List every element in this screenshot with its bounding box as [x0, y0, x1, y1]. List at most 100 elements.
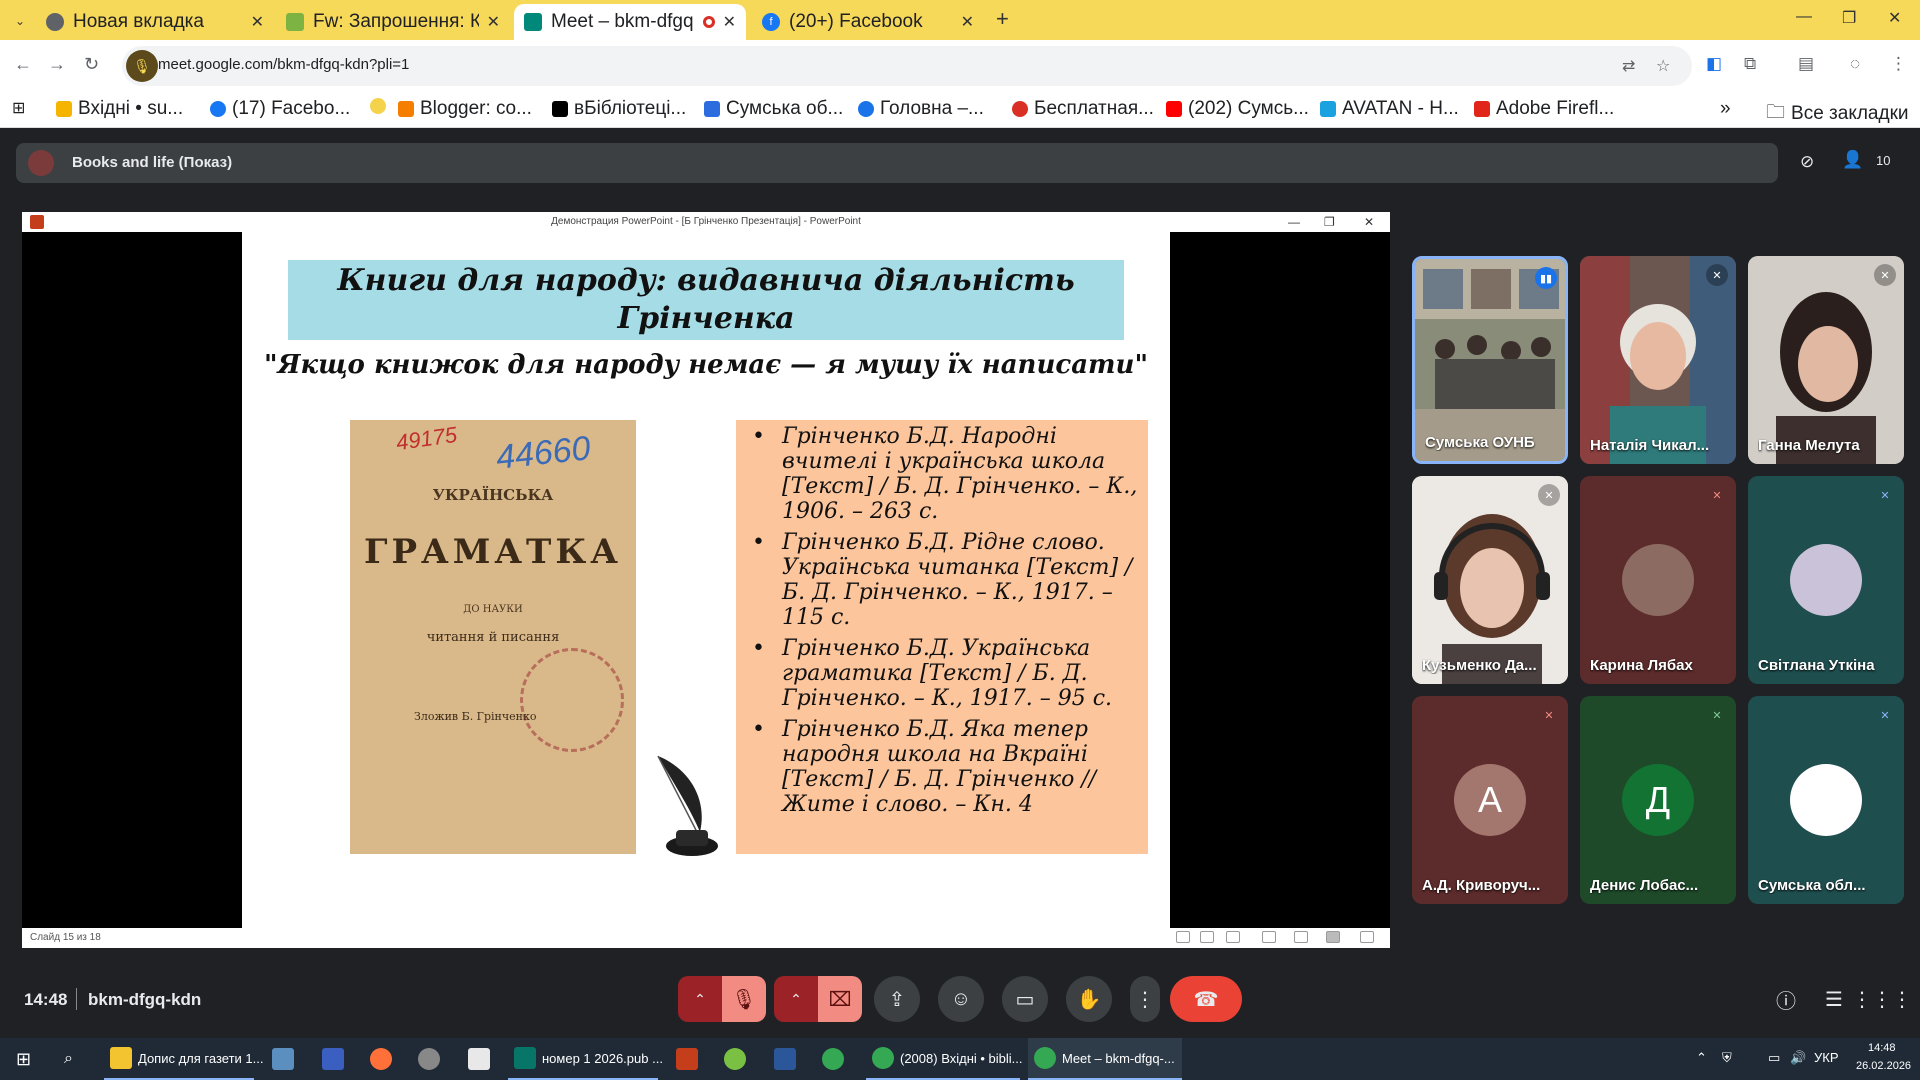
participant-tile[interactable]: ✕ Карина Лябах — [1580, 476, 1736, 684]
tab-search-button[interactable]: ⌄ — [8, 10, 32, 32]
camera-off-button[interactable]: ⌧ — [818, 976, 862, 1022]
all-bookmarks-button[interactable]: 🗀 Все закладки — [1766, 98, 1909, 130]
taskbar-app[interactable] — [670, 1038, 710, 1080]
leave-call-button[interactable]: ☎ — [1170, 976, 1242, 1022]
meet-icon — [524, 13, 542, 31]
chrome-icon — [822, 1048, 844, 1070]
bookmark-item[interactable]: (202) Сумсь... — [1166, 98, 1309, 120]
bookmark-item[interactable]: (17) Facebo... — [210, 98, 350, 120]
close-icon: ✕ — [1364, 215, 1375, 229]
bookmark-favicon — [210, 101, 226, 117]
close-icon[interactable]: ✕ — [723, 12, 736, 32]
reload-icon[interactable]: ↻ — [84, 54, 99, 75]
tab-facebook[interactable]: f (20+) Facebook ✕ — [752, 4, 984, 40]
chat-button[interactable]: ☰ — [1814, 976, 1854, 1022]
participant-name: Кузьменко Да... — [1422, 657, 1537, 674]
tray-overflow-icon[interactable]: ⌃ — [1696, 1050, 1707, 1066]
more-options-button[interactable]: ⋮ — [1130, 976, 1160, 1022]
taskbar-app[interactable] — [412, 1038, 452, 1080]
forward-icon[interactable]: → — [48, 54, 66, 75]
cover-title: ГРАМАТКА — [364, 532, 622, 572]
apps-icon[interactable]: ⊞ — [12, 98, 25, 118]
defender-icon[interactable]: ⛨ — [1722, 1050, 1732, 1066]
participant-name: А.Д. Криворуч... — [1422, 877, 1541, 894]
tab-new[interactable]: Новая вкладка ✕ — [36, 4, 274, 40]
bookmark-item[interactable] — [370, 98, 392, 114]
mic-off-icon: ✕ — [1712, 709, 1722, 722]
participant-tile[interactable]: ✕ Світлана Уткіна — [1748, 476, 1904, 684]
bookmark-item[interactable]: Blogger: co... — [398, 98, 532, 120]
bookmarks-overflow-button[interactable]: » — [1720, 98, 1731, 120]
bookmark-item[interactable]: Бесплатная... — [1012, 98, 1154, 120]
present-button[interactable]: ⇪ — [874, 976, 920, 1022]
translate-icon[interactable]: ⇄ — [1622, 56, 1635, 76]
save-icon — [322, 1048, 344, 1070]
site-info-icon[interactable]: 🎙 — [126, 50, 158, 82]
activities-button[interactable]: ⋮⋮⋮ — [1852, 976, 1912, 1022]
profile-icon[interactable]: ◌ — [1850, 54, 1860, 74]
hide-presentation-icon[interactable]: ⊘ — [1800, 152, 1814, 172]
meet-control-bar: 14:48 bkm-dfgq-kdn ⌃ 🎙 ⌃ ⌧ ⇪ ☺ ▭ ✋ ⋮ ☎ ⓘ… — [0, 968, 1920, 1030]
taskbar-app[interactable] — [266, 1038, 306, 1080]
tab-fw-invite[interactable]: Fw: Запрошення: К ✕ — [276, 4, 510, 40]
emoji-button[interactable]: ☺ — [938, 976, 984, 1022]
close-icon[interactable]: ✕ — [487, 12, 500, 32]
minimize-icon[interactable]: — — [1796, 8, 1812, 26]
audio-options-button[interactable]: ⌃ — [678, 976, 722, 1022]
restore-icon[interactable]: ❐ — [1842, 8, 1856, 28]
people-icon[interactable]: 👤 — [1842, 150, 1863, 170]
bookmark-item[interactable]: Головна –... — [858, 98, 984, 120]
taskbar-app[interactable] — [718, 1038, 758, 1080]
raise-hand-button[interactable]: ✋ — [1066, 976, 1112, 1022]
menu-icon[interactable]: ⋮ — [1890, 54, 1907, 74]
participant-tile[interactable]: ✕ Сумська обл... — [1748, 696, 1904, 904]
bibliography-item: Грінченко Б.Д. Народні вчителі і українс… — [744, 424, 1140, 524]
bookmark-item[interactable]: Вхідні • su... — [56, 98, 183, 120]
participant-tile[interactable]: А ✕ А.Д. Криворуч... — [1412, 696, 1568, 904]
grid-icon: ⋮⋮⋮ — [1852, 988, 1912, 1011]
close-window-icon[interactable]: ✕ — [1888, 8, 1901, 28]
bookmark-item[interactable]: Adobe Firefl... — [1474, 98, 1614, 120]
address-bar[interactable]: 🎙 meet.google.com/bkm-dfgq-kdn?pli=1 ⇄ ☆ — [122, 46, 1692, 86]
participant-tile[interactable]: Д ✕ Денис Лобас... — [1580, 696, 1736, 904]
participant-tile[interactable]: ▮▮ Сумська ОУНБ — [1412, 256, 1568, 464]
close-icon[interactable]: ✕ — [251, 12, 264, 32]
taskbar-app[interactable] — [316, 1038, 356, 1080]
bookmark-star-icon[interactable]: ☆ — [1656, 56, 1670, 76]
participant-tile[interactable]: ✕ Кузьменко Да... — [1412, 476, 1568, 684]
network-icon[interactable]: ▭ — [1768, 1050, 1780, 1066]
back-icon[interactable]: ← — [14, 54, 32, 75]
taskbar-app[interactable] — [462, 1038, 502, 1080]
taskbar-app-chrome-mail[interactable]: (2008) Вхідні • bibli... — [866, 1038, 1023, 1080]
mic-off-button[interactable]: 🎙 — [722, 976, 766, 1022]
clock-time[interactable]: 14:48 — [1868, 1042, 1896, 1054]
video-options-button[interactable]: ⌃ — [774, 976, 818, 1022]
extensions-icon[interactable]: ⧉ — [1744, 54, 1756, 74]
meeting-details-button[interactable]: ⓘ — [1766, 976, 1806, 1022]
bookmark-item[interactable]: AVATAN - Н... — [1320, 98, 1459, 120]
bookmark-item[interactable]: Сумська об... — [704, 98, 843, 120]
tab-meet[interactable]: Meet – bkm-dfgq ✕ — [514, 4, 746, 40]
participant-tile[interactable]: ✕ Ганна Мелута — [1748, 256, 1904, 464]
side-panel-icon[interactable]: ▤ — [1798, 54, 1814, 74]
camera-off-icon: ⌧ — [828, 988, 852, 1011]
translate-extension-icon[interactable]: ◧ — [1706, 54, 1722, 74]
url-text[interactable]: meet.google.com/bkm-dfgq-kdn?pli=1 — [158, 56, 409, 73]
taskbar-app-chrome-meet[interactable]: Meet – bkm-dfgq-... — [1028, 1038, 1182, 1080]
windows-start-icon[interactable]: ⊞ — [10, 1038, 37, 1080]
clock-date[interactable]: 26.02.2026 — [1856, 1060, 1911, 1072]
taskbar-app-word-doc[interactable]: Допис для газети 1... — [104, 1038, 263, 1080]
volume-icon[interactable]: 🔊 — [1790, 1050, 1806, 1066]
search-icon[interactable]: ⌕ — [58, 1038, 79, 1080]
taskbar-app[interactable] — [364, 1038, 404, 1080]
close-icon[interactable]: ✕ — [961, 12, 974, 32]
participant-tile[interactable]: ✕ Наталія Чикал... — [1580, 256, 1736, 464]
taskbar-app[interactable] — [816, 1038, 856, 1080]
captions-button[interactable]: ▭ — [1002, 976, 1048, 1022]
new-tab-button[interactable]: + — [996, 6, 1009, 32]
participant-name: Сумська ОУНБ — [1425, 434, 1535, 451]
taskbar-app-publisher[interactable]: номер 1 2026.pub ... — [508, 1038, 663, 1080]
taskbar-app[interactable] — [768, 1038, 808, 1080]
keyboard-language[interactable]: УКР — [1814, 1050, 1839, 1065]
bookmark-item[interactable]: вБібліотеці... — [552, 98, 686, 120]
